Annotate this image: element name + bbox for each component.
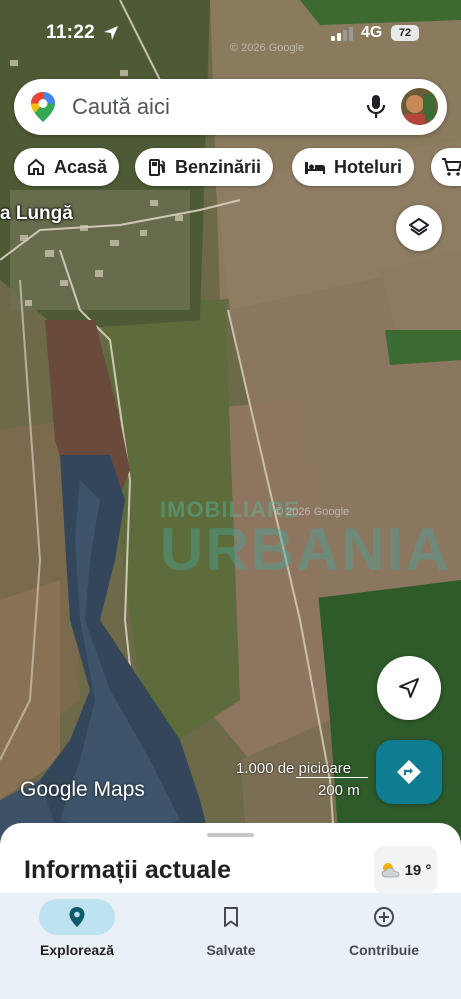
bed-icon [305, 162, 325, 174]
chip-gas-stations[interactable]: Benzinării [135, 148, 274, 186]
layers-button[interactable] [396, 205, 442, 251]
map-copyright: © 2026 Google [230, 42, 305, 54]
status-time: 11:22 [46, 22, 96, 43]
profile-photo [401, 88, 438, 125]
chip-hotels[interactable]: Hoteluri [292, 148, 415, 186]
partly-cloudy-icon [381, 863, 399, 878]
weather-temperature: 19 ° [404, 861, 432, 879]
nav-saved[interactable]: Salvate [154, 893, 308, 999]
battery-indicator: 72 [391, 25, 419, 41]
search-input[interactable]: Caută aici [72, 94, 170, 120]
nav-label: Contribuie [349, 942, 419, 958]
chip-label: Acasă [54, 156, 108, 177]
directions-icon [397, 760, 421, 784]
sheet-title: Informații actuale [24, 856, 231, 884]
avatar[interactable] [401, 88, 438, 125]
chip-home[interactable]: Acasă [14, 148, 120, 186]
scale-feet: 1.000 de picioare [236, 760, 352, 777]
map-place-label[interactable]: a Lungă [0, 203, 73, 225]
layers-icon [409, 218, 429, 236]
bookmark-icon [224, 907, 238, 927]
bottom-navigation: Explorează Salvate Contribuie [0, 893, 461, 999]
weather-badge[interactable]: 19 ° [374, 846, 437, 894]
directions-button[interactable] [376, 740, 442, 804]
google-maps-pin-icon [31, 92, 55, 122]
scale-bar [296, 777, 368, 778]
google-maps-logo: Google Maps [20, 778, 145, 801]
scale-meters: 200 m [318, 782, 360, 799]
nav-label: Salvate [206, 942, 256, 958]
nav-explore[interactable]: Explorează [0, 893, 154, 999]
nav-contribute[interactable]: Contribuie [307, 893, 461, 999]
microphone-icon[interactable] [364, 94, 388, 120]
chip-label: Hoteluri [334, 156, 403, 177]
navigation-arrow-icon [399, 678, 419, 698]
watermark-logo: URBANIA [160, 516, 451, 583]
chip-label: Benzinării [175, 156, 262, 177]
cellular-signal-icon [331, 27, 353, 41]
network-type: 4G [361, 24, 383, 41]
chip-shopping[interactable] [431, 148, 461, 186]
my-location-button[interactable] [377, 656, 441, 720]
gas-station-icon [149, 159, 165, 176]
home-icon [28, 158, 44, 175]
drag-handle[interactable] [207, 833, 254, 837]
search-bar[interactable]: Caută aici [14, 79, 447, 135]
shopping-cart-icon [442, 158, 461, 176]
location-services-icon [104, 26, 118, 40]
add-circle-icon [374, 907, 394, 927]
location-pin-icon [69, 907, 85, 927]
nav-label: Explorează [40, 942, 114, 958]
